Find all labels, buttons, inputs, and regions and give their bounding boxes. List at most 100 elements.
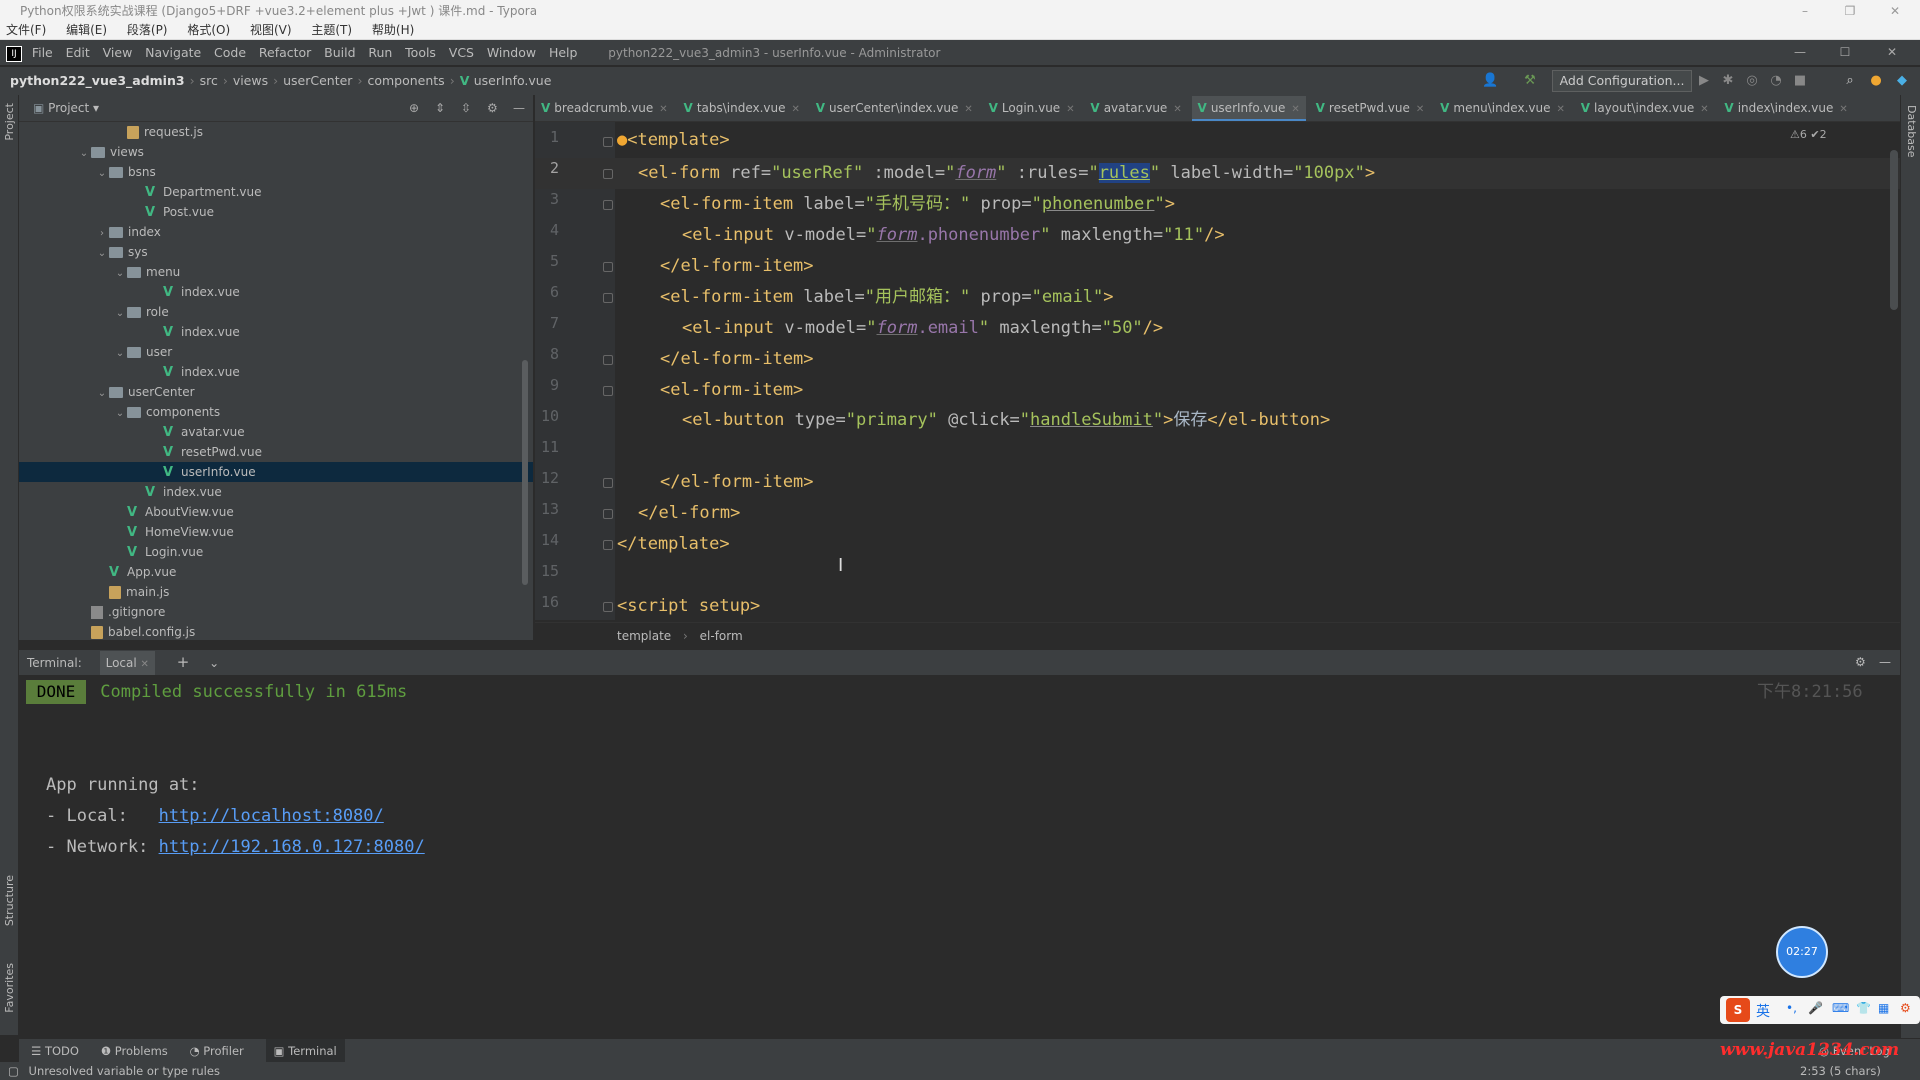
tree-item[interactable]: ⌄ sys xyxy=(19,242,533,262)
toolbox-icon[interactable]: ◆ xyxy=(1894,73,1910,89)
outer-menu-theme[interactable]: 主题(T) xyxy=(311,23,352,37)
tab-tabs-index[interactable]: Vtabs\index.vue ✕ xyxy=(678,95,806,121)
menu-vcs[interactable]: VCS xyxy=(449,45,474,60)
close-tab-icon[interactable]: ✕ xyxy=(964,104,972,115)
close-tab-icon[interactable]: ✕ xyxy=(1173,104,1181,115)
hide-panel-icon[interactable]: — xyxy=(1879,650,1891,675)
menu-run[interactable]: Run xyxy=(368,45,392,60)
tab-layout-index[interactable]: Vlayout\index.vue ✕ xyxy=(1575,95,1715,121)
tree-item[interactable]: VresetPwd.vue xyxy=(19,442,533,462)
tree-item[interactable]: V App.vue xyxy=(19,562,533,582)
maximize-icon[interactable]: ❐ xyxy=(1830,0,1870,22)
chevron-down-icon[interactable]: ⌄ xyxy=(95,164,109,184)
database-tool-tab[interactable]: Database xyxy=(1905,105,1918,158)
ime-toolbar[interactable]: S 英 •, 🎤 ⌨ 👕 ▦ ⚙ xyxy=(1720,996,1920,1024)
fold-marker-icon[interactable] xyxy=(603,386,613,396)
menu-navigate[interactable]: Navigate xyxy=(145,45,201,60)
tree-item[interactable]: ⌄ bsns xyxy=(19,162,533,182)
tree-item[interactable]: V AboutView.vue xyxy=(19,502,533,522)
close-tab-icon[interactable]: ✕ xyxy=(1416,104,1424,115)
menu-build[interactable]: Build xyxy=(324,45,355,60)
outer-menu-file[interactable]: 文件(F) xyxy=(6,23,46,37)
tree-item[interactable]: ⌄ role xyxy=(19,302,533,322)
close-icon[interactable]: ✕ xyxy=(1875,0,1915,22)
chevron-down-icon[interactable]: ⌄ xyxy=(95,244,109,264)
tree-item[interactable]: ⌄ menu xyxy=(19,262,533,282)
local-url-link[interactable]: http://localhost:8080/ xyxy=(159,806,384,826)
fold-marker-icon[interactable] xyxy=(603,137,613,147)
cursor-position[interactable]: 2:53 (5 chars) xyxy=(1800,1062,1881,1080)
close-tab-icon[interactable]: ✕ xyxy=(1291,104,1299,115)
structure-crumb-template[interactable]: template xyxy=(617,629,671,643)
close-tab-icon[interactable]: ✕ xyxy=(1839,104,1847,115)
debug-icon[interactable]: ✱ xyxy=(1720,73,1736,89)
fold-marker-icon[interactable] xyxy=(603,540,613,550)
punctuation-icon[interactable]: •, xyxy=(1786,1001,1797,1015)
fold-marker-icon[interactable] xyxy=(603,602,613,612)
tree-item[interactable]: Vavatar.vue xyxy=(19,422,533,442)
tab-usercenter-index[interactable]: VuserCenter\index.vue ✕ xyxy=(810,95,979,121)
chevron-down-icon[interactable]: ⌄ xyxy=(95,384,109,404)
ide-maximize-icon[interactable]: ☐ xyxy=(1825,40,1865,65)
chevron-down-icon[interactable]: ⌄ xyxy=(113,344,127,364)
tree-item[interactable]: ⌄ views xyxy=(19,142,533,162)
tab-login[interactable]: V Login.vue ✕ xyxy=(983,95,1081,121)
close-tab-icon[interactable]: ✕ xyxy=(141,659,149,670)
project-tool-tab[interactable]: Project xyxy=(3,103,16,141)
project-view-dropdown[interactable]: ▣ Project ▾ xyxy=(33,101,99,115)
outer-menu-format[interactable]: 格式(O) xyxy=(187,23,230,37)
hide-panel-icon[interactable]: — xyxy=(513,95,525,121)
expand-all-icon[interactable]: ⇕ xyxy=(435,95,445,121)
intention-bulb-icon[interactable]: ● xyxy=(617,130,627,150)
close-tab-icon[interactable]: ✕ xyxy=(1066,104,1074,115)
tab-avatar[interactable]: Vavatar.vue ✕ xyxy=(1084,95,1187,121)
menu-tools[interactable]: Tools xyxy=(405,45,436,60)
close-tab-icon[interactable]: ✕ xyxy=(659,104,667,115)
tree-item[interactable]: Vindex.vue xyxy=(19,282,533,302)
tree-item[interactable]: request.js xyxy=(19,122,533,142)
project-scrollbar[interactable] xyxy=(522,360,528,585)
breadcrumb-file[interactable]: userInfo.vue xyxy=(474,73,552,88)
add-configuration-button[interactable]: Add Configuration... xyxy=(1552,70,1692,92)
tree-item[interactable]: V Department.vue xyxy=(19,182,533,202)
inspection-status[interactable]: ⚠6 ✔2 xyxy=(1790,128,1827,141)
new-terminal-icon[interactable]: + xyxy=(177,653,190,671)
chevron-down-icon[interactable]: ⌄ xyxy=(209,656,219,670)
menu-edit[interactable]: Edit xyxy=(66,45,90,60)
todo-tool-button[interactable]: ☰ TODO xyxy=(31,1039,79,1063)
search-icon[interactable]: ⌕ xyxy=(1842,73,1858,89)
gear-icon[interactable]: ⚙ xyxy=(1855,650,1866,675)
tree-item[interactable]: VuserInfo.vue xyxy=(19,462,533,482)
fold-marker-icon[interactable] xyxy=(603,355,613,365)
problems-tool-button[interactable]: ❶ Problems xyxy=(101,1039,168,1063)
menu-help[interactable]: Help xyxy=(549,45,578,60)
outer-menu-view[interactable]: 视图(V) xyxy=(250,23,292,37)
gear-icon[interactable]: ⚙ xyxy=(487,95,498,121)
minimize-icon[interactable]: – xyxy=(1785,0,1825,22)
breadcrumb-components[interactable]: components xyxy=(367,73,444,88)
coverage-icon[interactable]: ◎ xyxy=(1744,73,1760,89)
outer-menu-edit[interactable]: 编辑(E) xyxy=(66,23,107,37)
outer-menu-help[interactable]: 帮助(H) xyxy=(372,23,414,37)
tab-menu-index[interactable]: Vmenu\index.vue ✕ xyxy=(1434,95,1571,121)
ide-close-icon[interactable]: ✕ xyxy=(1872,40,1912,65)
collapse-all-icon[interactable]: ⇳ xyxy=(461,95,471,121)
editor-scrollbar[interactable] xyxy=(1890,150,1898,310)
network-url-link[interactable]: http://192.168.0.127:8080/ xyxy=(159,837,425,857)
menu-code[interactable]: Code xyxy=(214,45,246,60)
tab-resetpwd[interactable]: VresetPwd.vue ✕ xyxy=(1310,95,1431,121)
tab-index-index[interactable]: Vindex\index.vue ✕ xyxy=(1718,95,1853,121)
build-hammer-icon[interactable]: ⚒ xyxy=(1522,73,1538,89)
tree-item[interactable]: V Login.vue xyxy=(19,542,533,562)
favorites-tool-tab[interactable]: Favorites xyxy=(3,963,16,1013)
menu-file[interactable]: File xyxy=(32,45,53,60)
close-tab-icon[interactable]: ✕ xyxy=(792,104,800,115)
chevron-right-icon[interactable]: › xyxy=(95,224,109,244)
stop-icon[interactable]: ■ xyxy=(1792,73,1808,89)
structure-crumb-el-form[interactable]: el-form xyxy=(700,629,743,643)
tree-item[interactable]: ⌄ components xyxy=(19,402,533,422)
outer-menu-paragraph[interactable]: 段落(P) xyxy=(127,23,168,37)
tree-item[interactable]: V Post.vue xyxy=(19,202,533,222)
tree-item[interactable]: ⌄ user xyxy=(19,342,533,362)
close-tab-icon[interactable]: ✕ xyxy=(1556,104,1564,115)
